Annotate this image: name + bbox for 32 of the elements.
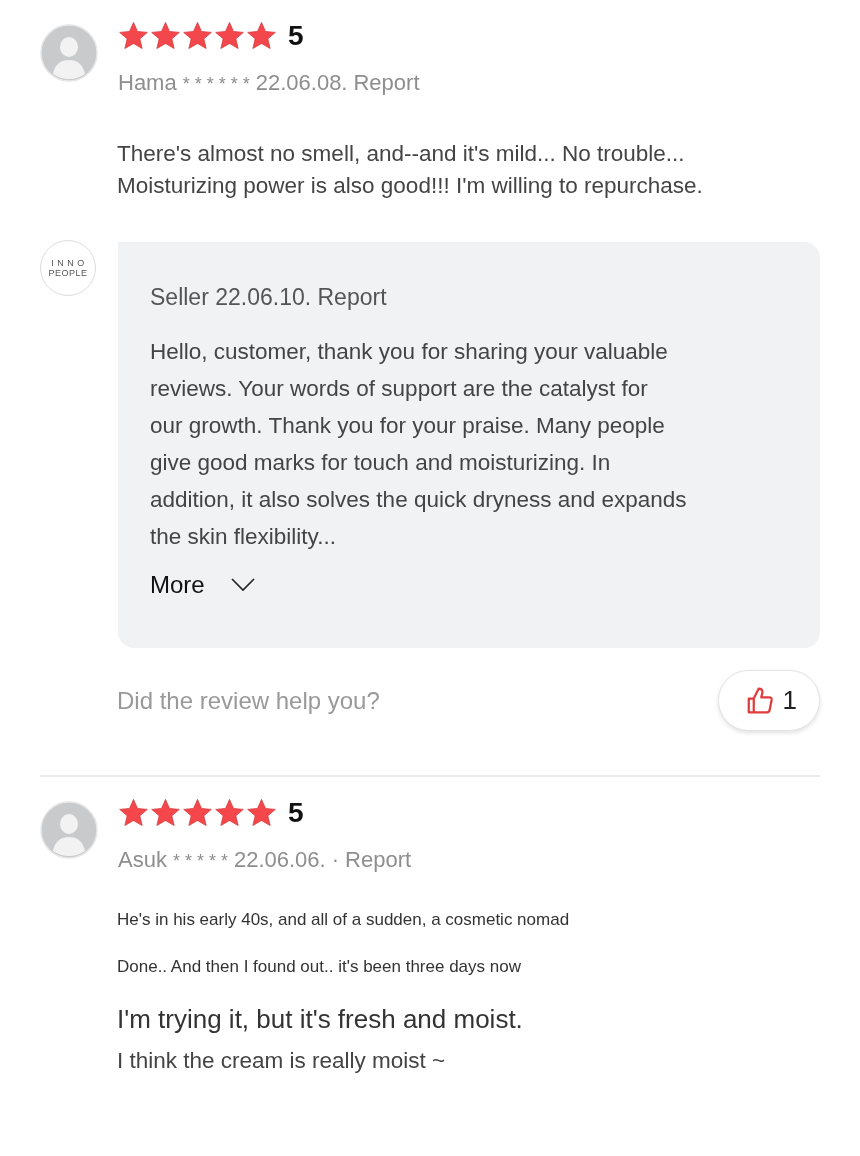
star-icon	[118, 21, 149, 51]
star-icon	[246, 798, 277, 828]
avatar-icon	[40, 24, 98, 82]
star-icon	[182, 21, 213, 51]
seller-reply-text: Hello, customer, thank you for sharing your valuable reviews. Your words of support are the catalyst for our growth. Thank you for your praise. Many people give good marks for touch and moisturizing. In addition, it also solves the quick dryness and expands the skin flexibility...	[150, 338, 688, 551]
chevron-down-icon	[230, 578, 255, 592]
star-icon	[246, 21, 277, 51]
review-date: 22.06.06.	[233, 847, 326, 873]
reviewer-name: Asuk	[118, 847, 167, 873]
star-icon	[182, 798, 213, 828]
masked-name: * * * * *	[172, 851, 228, 872]
seller-reply-meta: Seller 22.06.10. Report	[150, 284, 388, 311]
star-icon	[150, 21, 181, 51]
rating-score: 5	[288, 20, 304, 52]
review-date: 22.06.08.	[255, 70, 348, 96]
like-button[interactable]: 1	[717, 670, 820, 731]
review-text: I'm trying it, but it's fresh and moist.	[117, 1003, 524, 1035]
masked-name: * * * * * *	[182, 74, 250, 95]
review-text: There's almost no smell, and--and it's mild... No trouble... Moisturizing power is also good!!! I'm willing to repurchase.	[117, 140, 704, 200]
help-prompt: Did the review help you?	[117, 686, 380, 715]
star-icon	[214, 21, 245, 51]
star-icon	[118, 798, 149, 828]
review-text: Done.. And then I found out.. it's been three days now	[117, 956, 522, 978]
star-icon	[150, 798, 181, 828]
separator-dot: ·	[331, 847, 340, 873]
reviewer-name: Hama	[118, 70, 177, 96]
rating-score: 5	[288, 797, 304, 829]
avatar-icon	[40, 801, 98, 859]
more-button[interactable]: More	[150, 571, 255, 599]
star-icon	[214, 798, 245, 828]
review-text: I think the cream is really moist ~	[117, 1047, 447, 1075]
review-text: He's in his early 40s, and all of a sudden, a cosmetic nomad	[117, 909, 571, 931]
